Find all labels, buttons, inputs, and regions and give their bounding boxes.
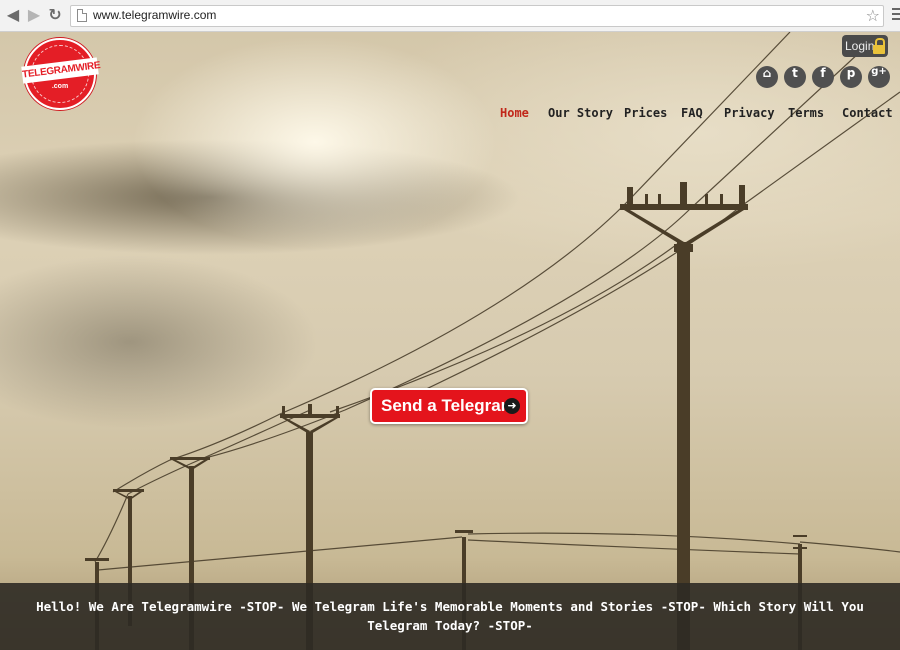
browser-toolbar: ◀ ▶ ↻ www.telegramwire.com ☆ <box>0 0 900 32</box>
nav-terms[interactable]: Terms <box>788 106 824 120</box>
tall-pole <box>620 182 748 650</box>
home-icon[interactable]: ⌂ <box>756 66 778 88</box>
back-icon[interactable]: ◀ <box>4 6 22 24</box>
page-icon <box>77 9 87 22</box>
tagline-bar: Hello! We Are Telegramwire -STOP- We Tel… <box>0 583 900 650</box>
arrow-right-icon: ➜ <box>504 398 520 414</box>
lock-icon <box>873 38 885 54</box>
nav-faq[interactable]: FAQ <box>681 106 703 120</box>
send-telegram-button[interactable]: Send a Telegram ➜ <box>370 388 528 424</box>
send-telegram-label: Send a Telegram <box>381 396 516 415</box>
browser-menu-icon[interactable] <box>892 8 900 22</box>
reload-icon[interactable]: ↻ <box>46 6 64 24</box>
nav-privacy[interactable]: Privacy <box>724 106 775 120</box>
google-plus-icon[interactable]: g+ <box>868 66 890 88</box>
url-text[interactable]: www.telegramwire.com <box>93 8 216 22</box>
power-line-landscape <box>85 32 900 650</box>
logo-domain-text: .com <box>51 83 69 90</box>
facebook-icon[interactable]: f <box>812 66 834 88</box>
address-bar[interactable]: www.telegramwire.com ☆ <box>70 5 884 27</box>
bookmark-star-icon[interactable]: ☆ <box>866 6 880 26</box>
nav-prices[interactable]: Prices <box>624 106 667 120</box>
login-button[interactable]: Login <box>842 35 888 57</box>
telegramwire-logo[interactable]: TELEGRAMWIRE .com <box>21 38 101 110</box>
forward-icon[interactable]: ▶ <box>25 6 43 24</box>
pinterest-icon[interactable]: p <box>840 66 862 88</box>
hero-section <box>0 32 900 650</box>
tagline-text: Hello! We Are Telegramwire -STOP- We Tel… <box>36 599 864 633</box>
nav-our-story[interactable]: Our Story <box>548 106 613 120</box>
nav-home[interactable]: Home <box>500 106 529 120</box>
power-wires <box>94 32 900 571</box>
login-label: Login <box>845 39 875 53</box>
twitter-icon[interactable]: t <box>784 66 806 88</box>
nav-contact[interactable]: Contact <box>842 106 893 120</box>
